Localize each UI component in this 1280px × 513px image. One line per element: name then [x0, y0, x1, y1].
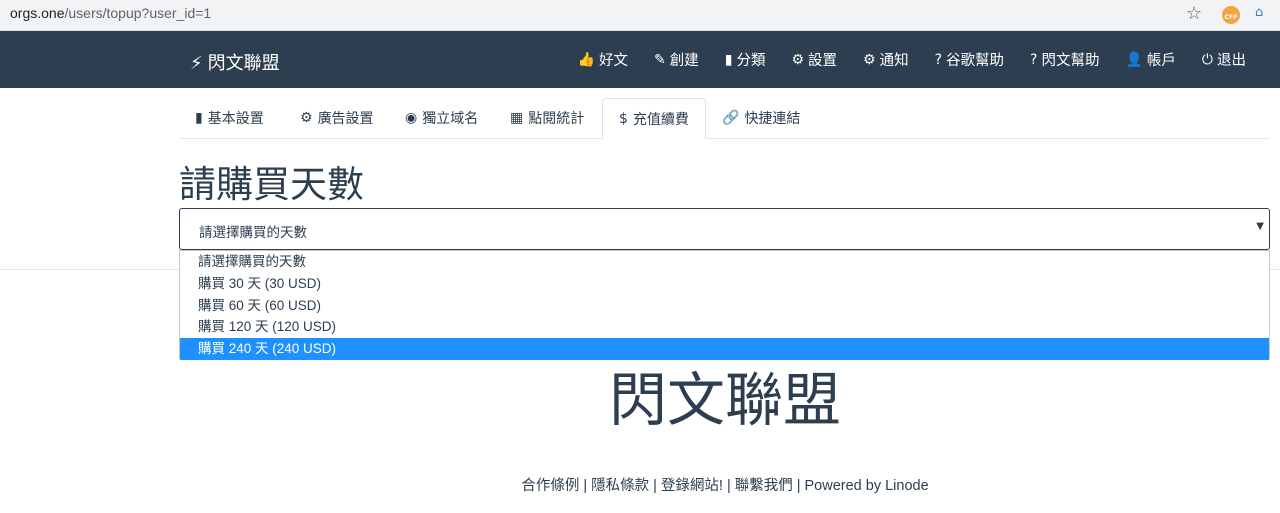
- select-option[interactable]: 購買 240 天 (240 USD): [180, 338, 1269, 360]
- bookmark-star-icon[interactable]: ☆: [1186, 3, 1202, 24]
- tab-0[interactable]: ▮ 基本設置: [179, 98, 280, 138]
- days-select[interactable]: 請選擇購買的天數 ▼: [179, 208, 1270, 250]
- question-circle-icon: ?: [1030, 51, 1038, 68]
- brand-link[interactable]: ⚡ 閃文聯盟: [190, 49, 280, 75]
- user-icon: 👤: [1125, 51, 1143, 68]
- browser-address-bar[interactable]: orgs.one/users/topup?user_id=1 ☆ CFP ⌂: [0, 0, 1280, 31]
- footer-link[interactable]: 登錄網站!: [661, 478, 723, 494]
- extension-icon[interactable]: ⌂: [1255, 5, 1263, 20]
- tab-label: 獨立域名: [422, 111, 479, 127]
- nav-item-label: 好文: [599, 53, 629, 69]
- nav-item-1[interactable]: ✎ 創建: [654, 49, 699, 70]
- nav-menu: 👍 好文 ✎ 創建 ▮ 分類 ⚙ 設置 ⚙ 通知? 谷歌幫助? 閃文幫助 👤 帳戶 ⏻ 退出: [552, 31, 1246, 88]
- nav-item-8[interactable]: ⏻ 退出: [1202, 49, 1246, 70]
- nav-item-2[interactable]: ▮ 分類: [725, 49, 766, 70]
- nav-item-label: 閃文幫助: [1041, 53, 1100, 69]
- settings-tabs: ▮ 基本設置 ⚙ 廣告設置 ◉ 獨立域名 ▦ 點閱統計 $ 充值續費 🔗 快捷連結: [179, 98, 1270, 139]
- tab-label: 廣告設置: [317, 111, 374, 127]
- select-value: 請選擇購買的天數: [199, 225, 307, 241]
- nav-item-5[interactable]: ? 谷歌幫助: [935, 49, 1004, 70]
- footer-link[interactable]: 隱私條款: [591, 478, 649, 494]
- brand-label: 閃文聯盟: [207, 53, 280, 74]
- tab-label: 充值續費: [632, 111, 689, 128]
- nav-item-0[interactable]: 👍 好文: [578, 49, 628, 70]
- nav-item-label: 設置: [808, 53, 838, 69]
- url-host: orgs.one: [10, 5, 65, 21]
- powered-by-text: Powered by Linode: [804, 478, 929, 494]
- footer-separator: |: [796, 478, 801, 494]
- nav-item-7[interactable]: 👤 帳戶: [1125, 49, 1175, 70]
- tab-label: 基本設置: [207, 111, 264, 127]
- tab-5[interactable]: 🔗 快捷連結: [706, 98, 816, 138]
- footer-link[interactable]: 聯繫我們: [735, 478, 793, 494]
- nav-item-label: 創建: [669, 53, 699, 69]
- bar-chart-icon: ▮: [724, 51, 733, 68]
- footer-separator: |: [653, 478, 657, 494]
- nav-item-label: 通知: [879, 53, 909, 69]
- footer-links: 合作條例 | 隱私條款 | 登錄網站! | 聯繫我們 | Powered by Linode: [0, 474, 1280, 495]
- footer-separator: |: [583, 478, 588, 494]
- url-text[interactable]: orgs.one/users/topup?user_id=1: [10, 5, 211, 21]
- select-option[interactable]: 購買 60 天 (60 USD): [180, 295, 1269, 317]
- footer-logo: 閃文聯盟: [608, 366, 841, 434]
- navbar: ⚡ 閃文聯盟 👍 好文 ✎ 創建 ▮ 分類 ⚙ 設置 ⚙ 通知? 谷歌幫助? 閃文幫助 👤 帳戶 ⏻ 退出: [0, 31, 1280, 88]
- nav-item-label: 帳戶: [1146, 53, 1176, 69]
- url-path: /users/topup?user_id=1: [64, 5, 212, 21]
- chevron-down-icon: ▼: [1256, 221, 1264, 232]
- dollar-icon: $: [619, 110, 628, 127]
- tab-1[interactable]: ⚙ 廣告設置: [284, 98, 390, 138]
- grid-icon: ▦: [510, 110, 524, 126]
- link-icon: 🔗: [722, 110, 740, 126]
- cog-icon: ⚙: [863, 51, 876, 68]
- tab-3[interactable]: ▦ 點閱統計: [494, 98, 600, 138]
- gear-icon: ⚙: [791, 51, 805, 68]
- nav-item-label: 退出: [1217, 53, 1246, 69]
- nav-item-6[interactable]: ? 閃文幫助: [1030, 49, 1099, 70]
- nav-item-label: 谷歌幫助: [946, 53, 1005, 69]
- bookmark-icon: ▮: [195, 110, 203, 126]
- select-option[interactable]: 請選擇購買的天數: [180, 251, 1269, 273]
- cog-icon: ⚙: [300, 110, 313, 126]
- footer-link[interactable]: 合作條例: [521, 478, 579, 494]
- nav-item-label: 分類: [736, 53, 766, 69]
- page-title: 請購買天數: [179, 163, 364, 206]
- select-option[interactable]: 購買 120 天 (120 USD): [180, 316, 1269, 338]
- cfp-extension-badge: CFP: [1224, 14, 1238, 21]
- nav-item-3[interactable]: ⚙ 設置: [791, 49, 837, 70]
- footer-separator: |: [726, 478, 731, 494]
- power-icon: ⏻: [1201, 51, 1213, 68]
- bolt-icon: ⚡: [190, 53, 203, 74]
- thumbs-up-icon: 👍: [577, 51, 596, 68]
- nav-item-4[interactable]: ⚙ 通知: [863, 49, 909, 70]
- edit-icon: ✎: [654, 51, 666, 68]
- days-select-dropdown: 請選擇購買的天數 購買 30 天 (30 USD) 購買 60 天 (60 USD)…: [179, 250, 1270, 360]
- tab-label: 快捷連結: [744, 111, 801, 127]
- cfp-extension-icon[interactable]: CFP: [1222, 6, 1240, 24]
- tab-label: 點閱統計: [528, 111, 585, 127]
- question-circle-icon: ?: [934, 51, 943, 68]
- tab-4[interactable]: $ 充值續費: [602, 98, 706, 139]
- globe-icon: ◉: [405, 110, 418, 126]
- tab-2[interactable]: ◉ 獨立域名: [389, 98, 494, 138]
- select-option[interactable]: 購買 30 天 (30 USD): [180, 273, 1269, 295]
